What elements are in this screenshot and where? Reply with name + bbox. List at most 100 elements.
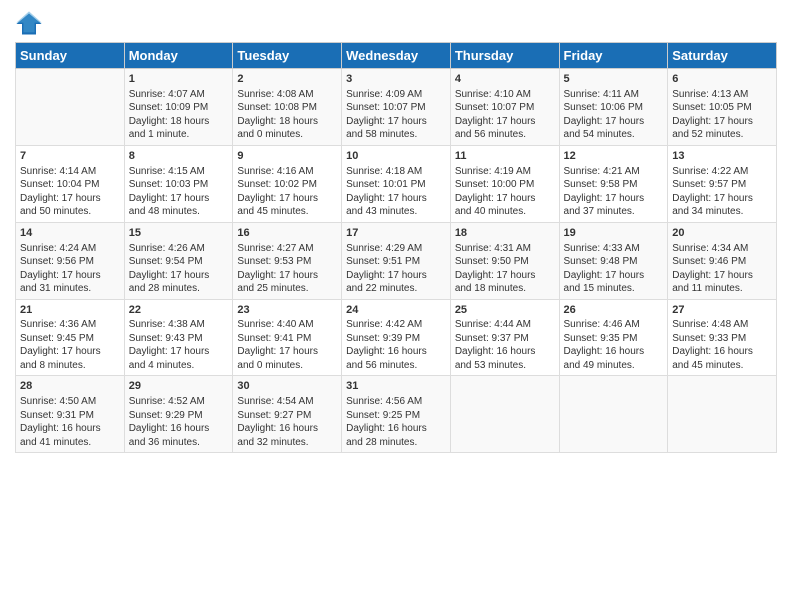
- daylight-text: Daylight: 17 hours and 45 minutes.: [237, 192, 337, 219]
- daylight-text: Daylight: 17 hours and 28 minutes.: [129, 269, 229, 296]
- sunrise-text: Sunrise: 4:10 AM: [455, 88, 555, 102]
- sunrise-text: Sunrise: 4:38 AM: [129, 318, 229, 332]
- calendar-cell: [559, 376, 668, 453]
- date-number: 29: [129, 379, 229, 394]
- sunset-text: Sunset: 9:25 PM: [346, 409, 446, 423]
- sunrise-text: Sunrise: 4:11 AM: [564, 88, 664, 102]
- sunrise-text: Sunrise: 4:52 AM: [129, 395, 229, 409]
- sunset-text: Sunset: 10:02 PM: [237, 178, 337, 192]
- logo: [15, 10, 47, 38]
- sunset-text: Sunset: 10:00 PM: [455, 178, 555, 192]
- calendar-cell: 14Sunrise: 4:24 AMSunset: 9:56 PMDayligh…: [16, 222, 125, 299]
- daylight-text: Daylight: 16 hours and 53 minutes.: [455, 345, 555, 372]
- daylight-text: Daylight: 17 hours and 11 minutes.: [672, 269, 772, 296]
- calendar-cell: 1Sunrise: 4:07 AMSunset: 10:09 PMDayligh…: [124, 69, 233, 146]
- header-day: Friday: [559, 43, 668, 69]
- daylight-text: Daylight: 17 hours and 25 minutes.: [237, 269, 337, 296]
- sunrise-text: Sunrise: 4:34 AM: [672, 242, 772, 256]
- calendar-cell: [450, 376, 559, 453]
- sunrise-text: Sunrise: 4:48 AM: [672, 318, 772, 332]
- date-number: 3: [346, 72, 446, 87]
- date-number: 21: [20, 303, 120, 318]
- date-number: 20: [672, 226, 772, 241]
- daylight-text: Daylight: 17 hours and 58 minutes.: [346, 115, 446, 142]
- sunrise-text: Sunrise: 4:09 AM: [346, 88, 446, 102]
- sunrise-text: Sunrise: 4:27 AM: [237, 242, 337, 256]
- sunrise-text: Sunrise: 4:21 AM: [564, 165, 664, 179]
- date-number: 19: [564, 226, 664, 241]
- daylight-text: Daylight: 17 hours and 43 minutes.: [346, 192, 446, 219]
- calendar-cell: 22Sunrise: 4:38 AMSunset: 9:43 PMDayligh…: [124, 299, 233, 376]
- date-number: 28: [20, 379, 120, 394]
- date-number: 30: [237, 379, 337, 394]
- daylight-text: Daylight: 16 hours and 45 minutes.: [672, 345, 772, 372]
- sunset-text: Sunset: 9:39 PM: [346, 332, 446, 346]
- sunset-text: Sunset: 10:08 PM: [237, 101, 337, 115]
- daylight-text: Daylight: 17 hours and 15 minutes.: [564, 269, 664, 296]
- sunset-text: Sunset: 9:27 PM: [237, 409, 337, 423]
- date-number: 15: [129, 226, 229, 241]
- calendar-cell: 10Sunrise: 4:18 AMSunset: 10:01 PMDaylig…: [342, 145, 451, 222]
- daylight-text: Daylight: 18 hours and 0 minutes.: [237, 115, 337, 142]
- calendar-cell: 27Sunrise: 4:48 AMSunset: 9:33 PMDayligh…: [668, 299, 777, 376]
- sunset-text: Sunset: 9:51 PM: [346, 255, 446, 269]
- sunrise-text: Sunrise: 4:26 AM: [129, 242, 229, 256]
- daylight-text: Daylight: 16 hours and 28 minutes.: [346, 422, 446, 449]
- sunrise-text: Sunrise: 4:33 AM: [564, 242, 664, 256]
- calendar-cell: 12Sunrise: 4:21 AMSunset: 9:58 PMDayligh…: [559, 145, 668, 222]
- sunrise-text: Sunrise: 4:29 AM: [346, 242, 446, 256]
- sunrise-text: Sunrise: 4:13 AM: [672, 88, 772, 102]
- calendar-cell: [16, 69, 125, 146]
- daylight-text: Daylight: 16 hours and 41 minutes.: [20, 422, 120, 449]
- calendar-cell: 18Sunrise: 4:31 AMSunset: 9:50 PMDayligh…: [450, 222, 559, 299]
- calendar-cell: 11Sunrise: 4:19 AMSunset: 10:00 PMDaylig…: [450, 145, 559, 222]
- sunrise-text: Sunrise: 4:08 AM: [237, 88, 337, 102]
- daylight-text: Daylight: 16 hours and 32 minutes.: [237, 422, 337, 449]
- sunset-text: Sunset: 9:50 PM: [455, 255, 555, 269]
- sunset-text: Sunset: 9:31 PM: [20, 409, 120, 423]
- sunset-text: Sunset: 9:45 PM: [20, 332, 120, 346]
- daylight-text: Daylight: 17 hours and 4 minutes.: [129, 345, 229, 372]
- calendar-week-row: 14Sunrise: 4:24 AMSunset: 9:56 PMDayligh…: [16, 222, 777, 299]
- calendar-cell: 25Sunrise: 4:44 AMSunset: 9:37 PMDayligh…: [450, 299, 559, 376]
- calendar-cell: 20Sunrise: 4:34 AMSunset: 9:46 PMDayligh…: [668, 222, 777, 299]
- calendar-cell: 3Sunrise: 4:09 AMSunset: 10:07 PMDayligh…: [342, 69, 451, 146]
- date-number: 26: [564, 303, 664, 318]
- sunrise-text: Sunrise: 4:15 AM: [129, 165, 229, 179]
- sunset-text: Sunset: 10:07 PM: [455, 101, 555, 115]
- date-number: 5: [564, 72, 664, 87]
- sunrise-text: Sunrise: 4:14 AM: [20, 165, 120, 179]
- calendar-cell: 15Sunrise: 4:26 AMSunset: 9:54 PMDayligh…: [124, 222, 233, 299]
- daylight-text: Daylight: 17 hours and 56 minutes.: [455, 115, 555, 142]
- date-number: 18: [455, 226, 555, 241]
- daylight-text: Daylight: 17 hours and 40 minutes.: [455, 192, 555, 219]
- header-day: Tuesday: [233, 43, 342, 69]
- sunset-text: Sunset: 9:54 PM: [129, 255, 229, 269]
- daylight-text: Daylight: 17 hours and 18 minutes.: [455, 269, 555, 296]
- header-day: Saturday: [668, 43, 777, 69]
- calendar-cell: [668, 376, 777, 453]
- calendar-cell: 30Sunrise: 4:54 AMSunset: 9:27 PMDayligh…: [233, 376, 342, 453]
- date-number: 17: [346, 226, 446, 241]
- sunrise-text: Sunrise: 4:16 AM: [237, 165, 337, 179]
- daylight-text: Daylight: 16 hours and 36 minutes.: [129, 422, 229, 449]
- sunrise-text: Sunrise: 4:07 AM: [129, 88, 229, 102]
- calendar-week-row: 28Sunrise: 4:50 AMSunset: 9:31 PMDayligh…: [16, 376, 777, 453]
- sunset-text: Sunset: 9:41 PM: [237, 332, 337, 346]
- calendar-cell: 4Sunrise: 4:10 AMSunset: 10:07 PMDayligh…: [450, 69, 559, 146]
- sunrise-text: Sunrise: 4:36 AM: [20, 318, 120, 332]
- sunrise-text: Sunrise: 4:56 AM: [346, 395, 446, 409]
- date-number: 8: [129, 149, 229, 164]
- date-number: 14: [20, 226, 120, 241]
- calendar-cell: 19Sunrise: 4:33 AMSunset: 9:48 PMDayligh…: [559, 222, 668, 299]
- sunset-text: Sunset: 9:29 PM: [129, 409, 229, 423]
- date-number: 7: [20, 149, 120, 164]
- sunrise-text: Sunrise: 4:42 AM: [346, 318, 446, 332]
- sunset-text: Sunset: 10:03 PM: [129, 178, 229, 192]
- sunset-text: Sunset: 10:07 PM: [346, 101, 446, 115]
- sunrise-text: Sunrise: 4:46 AM: [564, 318, 664, 332]
- sunrise-text: Sunrise: 4:18 AM: [346, 165, 446, 179]
- sunrise-text: Sunrise: 4:54 AM: [237, 395, 337, 409]
- calendar-cell: 13Sunrise: 4:22 AMSunset: 9:57 PMDayligh…: [668, 145, 777, 222]
- date-number: 22: [129, 303, 229, 318]
